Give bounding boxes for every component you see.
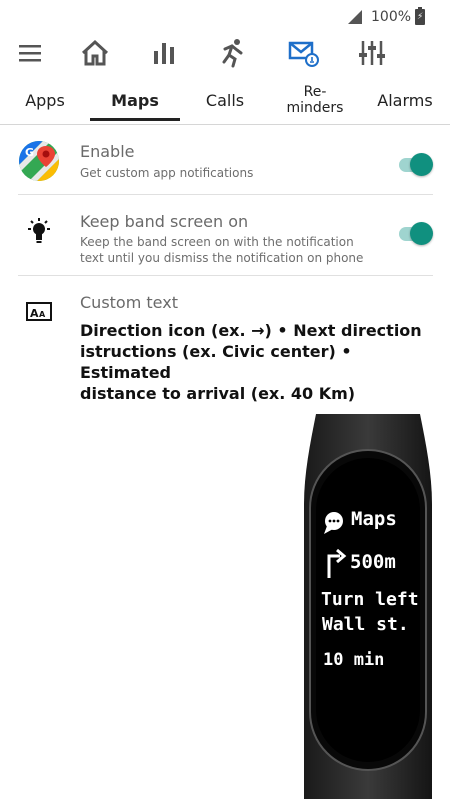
setting-title: Custom text	[80, 293, 178, 312]
icon-toolbar	[0, 35, 450, 71]
tab-label-line1: Re-	[303, 84, 327, 100]
tab-alarms[interactable]: Alarms	[360, 76, 450, 124]
toggle-thumb	[410, 153, 433, 176]
setting-description: Get custom app notifications	[80, 166, 254, 180]
active-tab-indicator	[90, 118, 180, 121]
google-maps-icon: G	[18, 140, 60, 182]
band-preview: Maps 500m Turn left Wall st. 10 min	[302, 414, 434, 799]
band-instruction-line2: Wall st.	[322, 614, 409, 635]
band-instruction-line1: Turn left	[321, 589, 419, 610]
battery-percent: 100%	[371, 9, 412, 25]
bulb-icon	[18, 217, 60, 247]
tab-label-line2: minders	[286, 100, 344, 116]
menu-icon[interactable]	[12, 35, 48, 71]
mail-bell-icon[interactable]	[285, 35, 321, 71]
home-icon[interactable]	[77, 35, 113, 71]
running-icon[interactable]	[215, 35, 251, 71]
custom-text-line1: Direction icon (ex. →) • Next direction	[80, 321, 422, 340]
tab-label: Alarms	[377, 90, 433, 110]
tab-label: Calls	[205, 90, 245, 110]
band-app-name: Maps	[351, 508, 397, 530]
setting-keep-screen-on[interactable]: Keep band screen on Keep the band screen…	[0, 195, 450, 275]
tab-apps[interactable]: Apps	[0, 76, 90, 124]
custom-text-value[interactable]: Direction icon (ex. →) • Next direction …	[80, 320, 440, 404]
text-size-icon: A A	[18, 300, 60, 324]
band-eta: 10 min	[323, 650, 385, 670]
custom-text-line2: istructions (ex. Civic center) • Estimat…	[80, 342, 352, 382]
bar-chart-icon[interactable]	[146, 35, 182, 71]
setting-title: Enable	[80, 142, 135, 161]
custom-text-line3: distance to arrival (ex. 40 Km)	[80, 384, 356, 403]
tab-bar: Apps Maps Calls Re- minders Alarms	[0, 76, 450, 125]
svg-text:A: A	[30, 307, 39, 320]
enable-toggle[interactable]	[397, 153, 434, 176]
tab-label: Maps	[111, 90, 159, 110]
band-distance: 500m	[350, 551, 396, 573]
tab-label: Apps	[25, 90, 65, 110]
svg-text:A: A	[39, 310, 46, 319]
battery-charging-icon: ⚡	[415, 7, 425, 25]
tab-calls[interactable]: Calls	[180, 76, 270, 124]
setting-enable[interactable]: G Enable Get custom app notifications	[0, 124, 450, 194]
toggle-thumb	[410, 222, 433, 245]
sliders-icon[interactable]	[354, 35, 390, 71]
signal-icon	[348, 10, 362, 24]
setting-description-line1: Keep the band screen on with the notific…	[80, 235, 354, 249]
setting-description-line2: text until you dismiss the notification …	[80, 251, 364, 265]
tab-reminders[interactable]: Re- minders	[270, 76, 360, 124]
svg-text:G: G	[25, 146, 34, 159]
keep-screen-toggle[interactable]	[397, 222, 434, 245]
setting-title: Keep band screen on	[80, 212, 249, 231]
status-bar: 100% ⚡	[0, 0, 450, 34]
tab-maps[interactable]: Maps	[90, 76, 180, 124]
